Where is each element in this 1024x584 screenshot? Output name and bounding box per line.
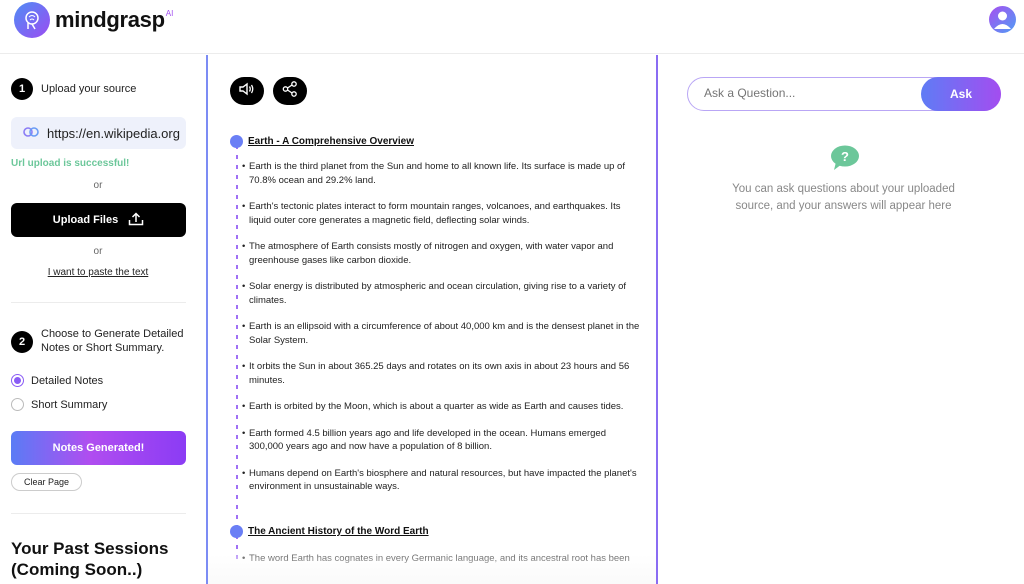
- user-avatar-icon[interactable]: [989, 6, 1016, 33]
- read-aloud-button[interactable]: [230, 77, 264, 105]
- radio-unselected[interactable]: [11, 398, 24, 411]
- source-panel: 1 Upload your source https://en.wikipedi…: [0, 55, 200, 584]
- speaker-icon: [238, 82, 256, 101]
- generate-notes-button[interactable]: Notes Generated!: [11, 431, 186, 465]
- divider: [11, 302, 186, 303]
- note-bullet: It orbits the Sun in about 365.25 days a…: [242, 360, 642, 387]
- url-value: https://en.wikipedia.org: [47, 125, 180, 141]
- clear-page-button[interactable]: Clear Page: [11, 473, 82, 491]
- step-2: 2 Choose to Generate Detailed Notes or S…: [11, 327, 186, 355]
- brand-suffix: AI: [165, 9, 174, 18]
- note-bullet: Earth is an ellipsoid with a circumferen…: [242, 320, 642, 347]
- timeline-line: [236, 145, 238, 565]
- option-label: Short Summary: [31, 398, 108, 411]
- step-number: 1: [11, 78, 33, 100]
- qa-empty-message: You can ask questions about your uploade…: [732, 183, 955, 212]
- link-icon: [23, 124, 39, 142]
- or-divider-text: or: [93, 180, 103, 191]
- note-bullet: Earth formed 4.5 billion years ago and l…: [242, 427, 642, 454]
- radio-selected[interactable]: [11, 374, 24, 387]
- scroll-fade: [208, 554, 656, 584]
- step-number: 2: [11, 331, 33, 353]
- upload-files-button[interactable]: Upload Files: [11, 203, 186, 237]
- step-1: 1 Upload your source: [11, 78, 136, 100]
- question-bubble-icon: ?: [830, 145, 860, 176]
- section-title: The Ancient History of the Word Earth: [248, 526, 429, 537]
- step-label: Upload your source: [41, 83, 137, 95]
- section-bullets: Earth is the third planet from the Sun a…: [242, 160, 642, 507]
- ask-bar: Ask: [687, 77, 1001, 111]
- upload-icon: [128, 211, 144, 229]
- url-input[interactable]: https://en.wikipedia.org: [11, 117, 186, 149]
- ask-button[interactable]: Ask: [921, 77, 1001, 111]
- upload-files-label: Upload Files: [52, 214, 119, 226]
- paste-text-link[interactable]: I want to paste the text: [0, 267, 196, 278]
- qa-panel: Ask ? You can ask questions about your u…: [660, 55, 1024, 584]
- note-bullet: Earth is orbited by the Moon, which is a…: [242, 400, 642, 414]
- brain-head-icon: [14, 2, 50, 38]
- share-icon: [282, 80, 298, 102]
- note-bullet: Earth's tectonic plates interact to form…: [242, 200, 642, 227]
- step-label: Choose to Generate Detailed Notes or Sho…: [41, 328, 184, 354]
- svg-text:?: ?: [841, 149, 849, 164]
- logo[interactable]: mindgrasp AI: [14, 2, 173, 38]
- note-bullet: The atmosphere of Earth consists mostly …: [242, 240, 642, 267]
- divider: [11, 513, 186, 514]
- note-bullet: Earth is the third planet from the Sun a…: [242, 160, 642, 187]
- note-bullet: Solar energy is distributed by atmospher…: [242, 280, 642, 307]
- question-input[interactable]: [704, 86, 904, 100]
- option-detailed-notes[interactable]: Detailed Notes: [11, 374, 103, 387]
- option-label: Detailed Notes: [31, 374, 104, 387]
- section-marker: [230, 135, 243, 148]
- brand-name: mindgrasp: [55, 7, 165, 32]
- note-bullet: Humans depend on Earth's biosphere and n…: [242, 467, 642, 494]
- past-sessions-heading: Your Past Sessions (Coming Soon..): [11, 539, 169, 579]
- option-short-summary[interactable]: Short Summary: [11, 398, 107, 411]
- notes-panel: Earth - A Comprehensive Overview Earth i…: [206, 55, 658, 584]
- share-button[interactable]: [273, 77, 307, 105]
- app-header: mindgrasp AI: [0, 0, 1024, 54]
- section-marker: [230, 525, 243, 538]
- or-divider-text: or: [93, 246, 103, 257]
- upload-status: Url upload is successful!: [11, 158, 130, 169]
- section-title: Earth - A Comprehensive Overview: [248, 136, 414, 147]
